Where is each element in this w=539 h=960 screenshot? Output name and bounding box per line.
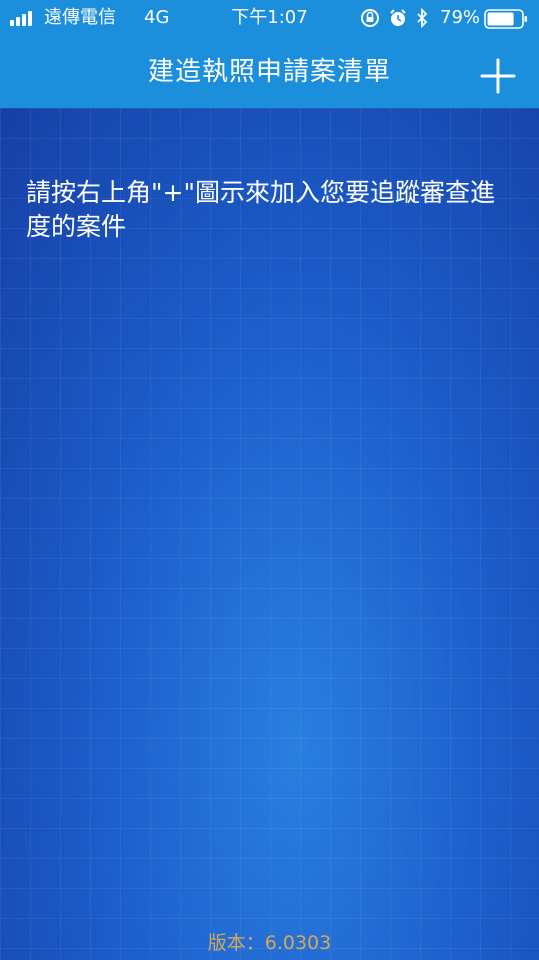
bluetooth-icon (417, 8, 428, 28)
app-screen: 遠傳電信 4G 下午1:07 79% 建造執照申請案清單 請按右上角"+"圖示來… (0, 0, 539, 960)
battery-icon (484, 9, 527, 29)
add-case-button[interactable] (474, 52, 522, 100)
top-bar: 遠傳電信 4G 下午1:07 79% 建造執照申請案清單 (0, 0, 539, 108)
main-content: 請按右上角"+"圖示來加入您要追蹤審查進度的案件 版本：6.0303 (0, 108, 539, 960)
empty-state-message: 請按右上角"+"圖示來加入您要追蹤審查進度的案件 (26, 178, 495, 241)
orientation-lock-icon (361, 9, 379, 27)
status-bar: 遠傳電信 4G 下午1:07 79% (0, 0, 539, 38)
page-title: 建造執照申請案清單 (147, 57, 391, 87)
alarm-icon (390, 9, 406, 26)
status-icons (361, 8, 428, 28)
version-label: 版本：6.0303 (207, 932, 332, 954)
battery-percent: 79% (440, 7, 481, 28)
plus-icon (480, 58, 516, 94)
